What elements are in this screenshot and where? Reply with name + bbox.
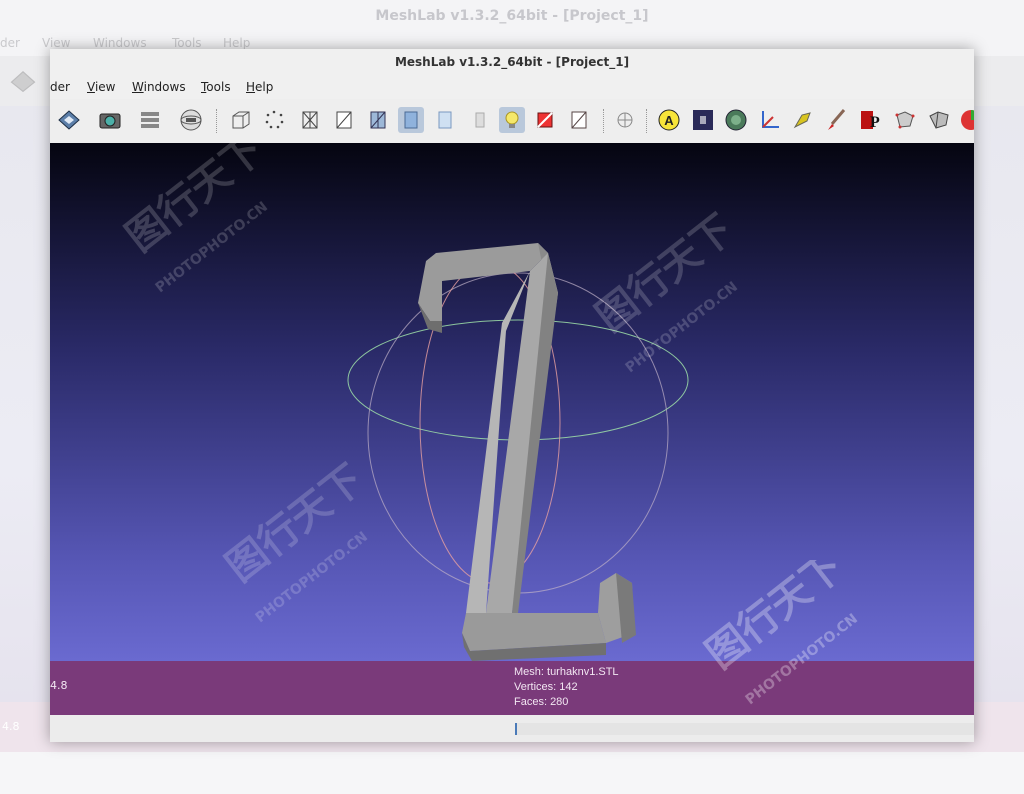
menubar: der View Windows Tools Help	[50, 75, 974, 99]
background-fps: 4.8	[2, 720, 20, 733]
smooth-shading-icon[interactable]	[432, 107, 458, 133]
background-menu-item: der	[0, 36, 20, 50]
light-icon[interactable]	[499, 107, 525, 133]
background-menu-item: Windows	[93, 36, 147, 50]
toolbar-separator	[646, 109, 648, 133]
background-menu-item: View	[42, 36, 71, 50]
back-face-icon[interactable]	[566, 107, 592, 133]
menu-windows[interactable]: Windows	[132, 80, 186, 94]
vertices-label: Vertices: 142	[514, 681, 578, 693]
watermark-cn: 图行天下	[700, 560, 852, 678]
open-layer-icon[interactable]	[56, 107, 82, 133]
toolbar-separator	[603, 109, 605, 133]
svg-text:P: P	[870, 114, 880, 131]
fps-readout: 4.8	[50, 679, 68, 692]
faces-label: Faces: 280	[514, 696, 569, 708]
sphere-icon[interactable]	[958, 107, 974, 133]
layer-dialog-icon[interactable]	[690, 107, 716, 133]
annotation-icon[interactable]: A	[656, 107, 682, 133]
mesh-info: Mesh: turhaknv1.STL Vertices: 142 Faces:…	[514, 665, 619, 710]
bbox-icon[interactable]	[228, 107, 254, 133]
menu-render[interactable]: der	[50, 80, 70, 94]
menu-tools[interactable]: Tools	[201, 80, 231, 94]
menu-view[interactable]: View	[87, 80, 115, 94]
texture-icon[interactable]	[467, 107, 493, 133]
background-menu-item: Help	[223, 36, 251, 50]
trackball-icon[interactable]	[178, 107, 204, 133]
snapshot-icon[interactable]	[97, 107, 123, 133]
paint-icon[interactable]	[824, 107, 850, 133]
align-icon[interactable]	[790, 107, 816, 133]
wireframe-icon[interactable]	[297, 107, 323, 133]
mesh-name-label: Mesh: turhaknv1.STL	[514, 666, 619, 678]
select-vertex-icon[interactable]	[892, 107, 918, 133]
status-bar	[50, 715, 974, 742]
toolbar: A P	[50, 99, 974, 144]
toolbar-separator	[216, 109, 218, 133]
flat-shading-icon[interactable]	[398, 107, 424, 133]
select-connected-icon[interactable]	[926, 107, 952, 133]
selection-icon[interactable]	[612, 107, 638, 133]
points-icon[interactable]	[262, 107, 288, 133]
hidden-lines-icon[interactable]	[331, 107, 357, 133]
layers-icon[interactable]	[137, 107, 163, 133]
progress-bar	[515, 723, 974, 735]
measure-icon[interactable]	[757, 107, 783, 133]
watermark-cn: 图行天下	[588, 206, 742, 341]
flat-lines-icon[interactable]	[365, 107, 391, 133]
menu-help[interactable]: Help	[246, 80, 273, 94]
background-menu-item: Tools	[172, 36, 202, 50]
background-window-title: MeshLab v1.3.2_64bit - [Project_1]	[375, 8, 649, 24]
watermark-overlay: 图行天下 PHOTOPHOTO.CN	[700, 560, 861, 708]
pick-points-icon[interactable]: P	[858, 107, 884, 133]
color-icon[interactable]	[723, 107, 749, 133]
double-side-lighting-icon[interactable]	[532, 107, 558, 133]
watermark-cn: 图行天下	[118, 143, 272, 261]
window-title[interactable]: MeshLab v1.3.2_64bit - [Project_1]	[50, 49, 974, 75]
svg-text:A: A	[664, 113, 674, 128]
background-open-layer-icon	[10, 70, 36, 93]
watermark-cn: 图行天下	[218, 456, 372, 591]
background-bottom	[0, 752, 1024, 794]
